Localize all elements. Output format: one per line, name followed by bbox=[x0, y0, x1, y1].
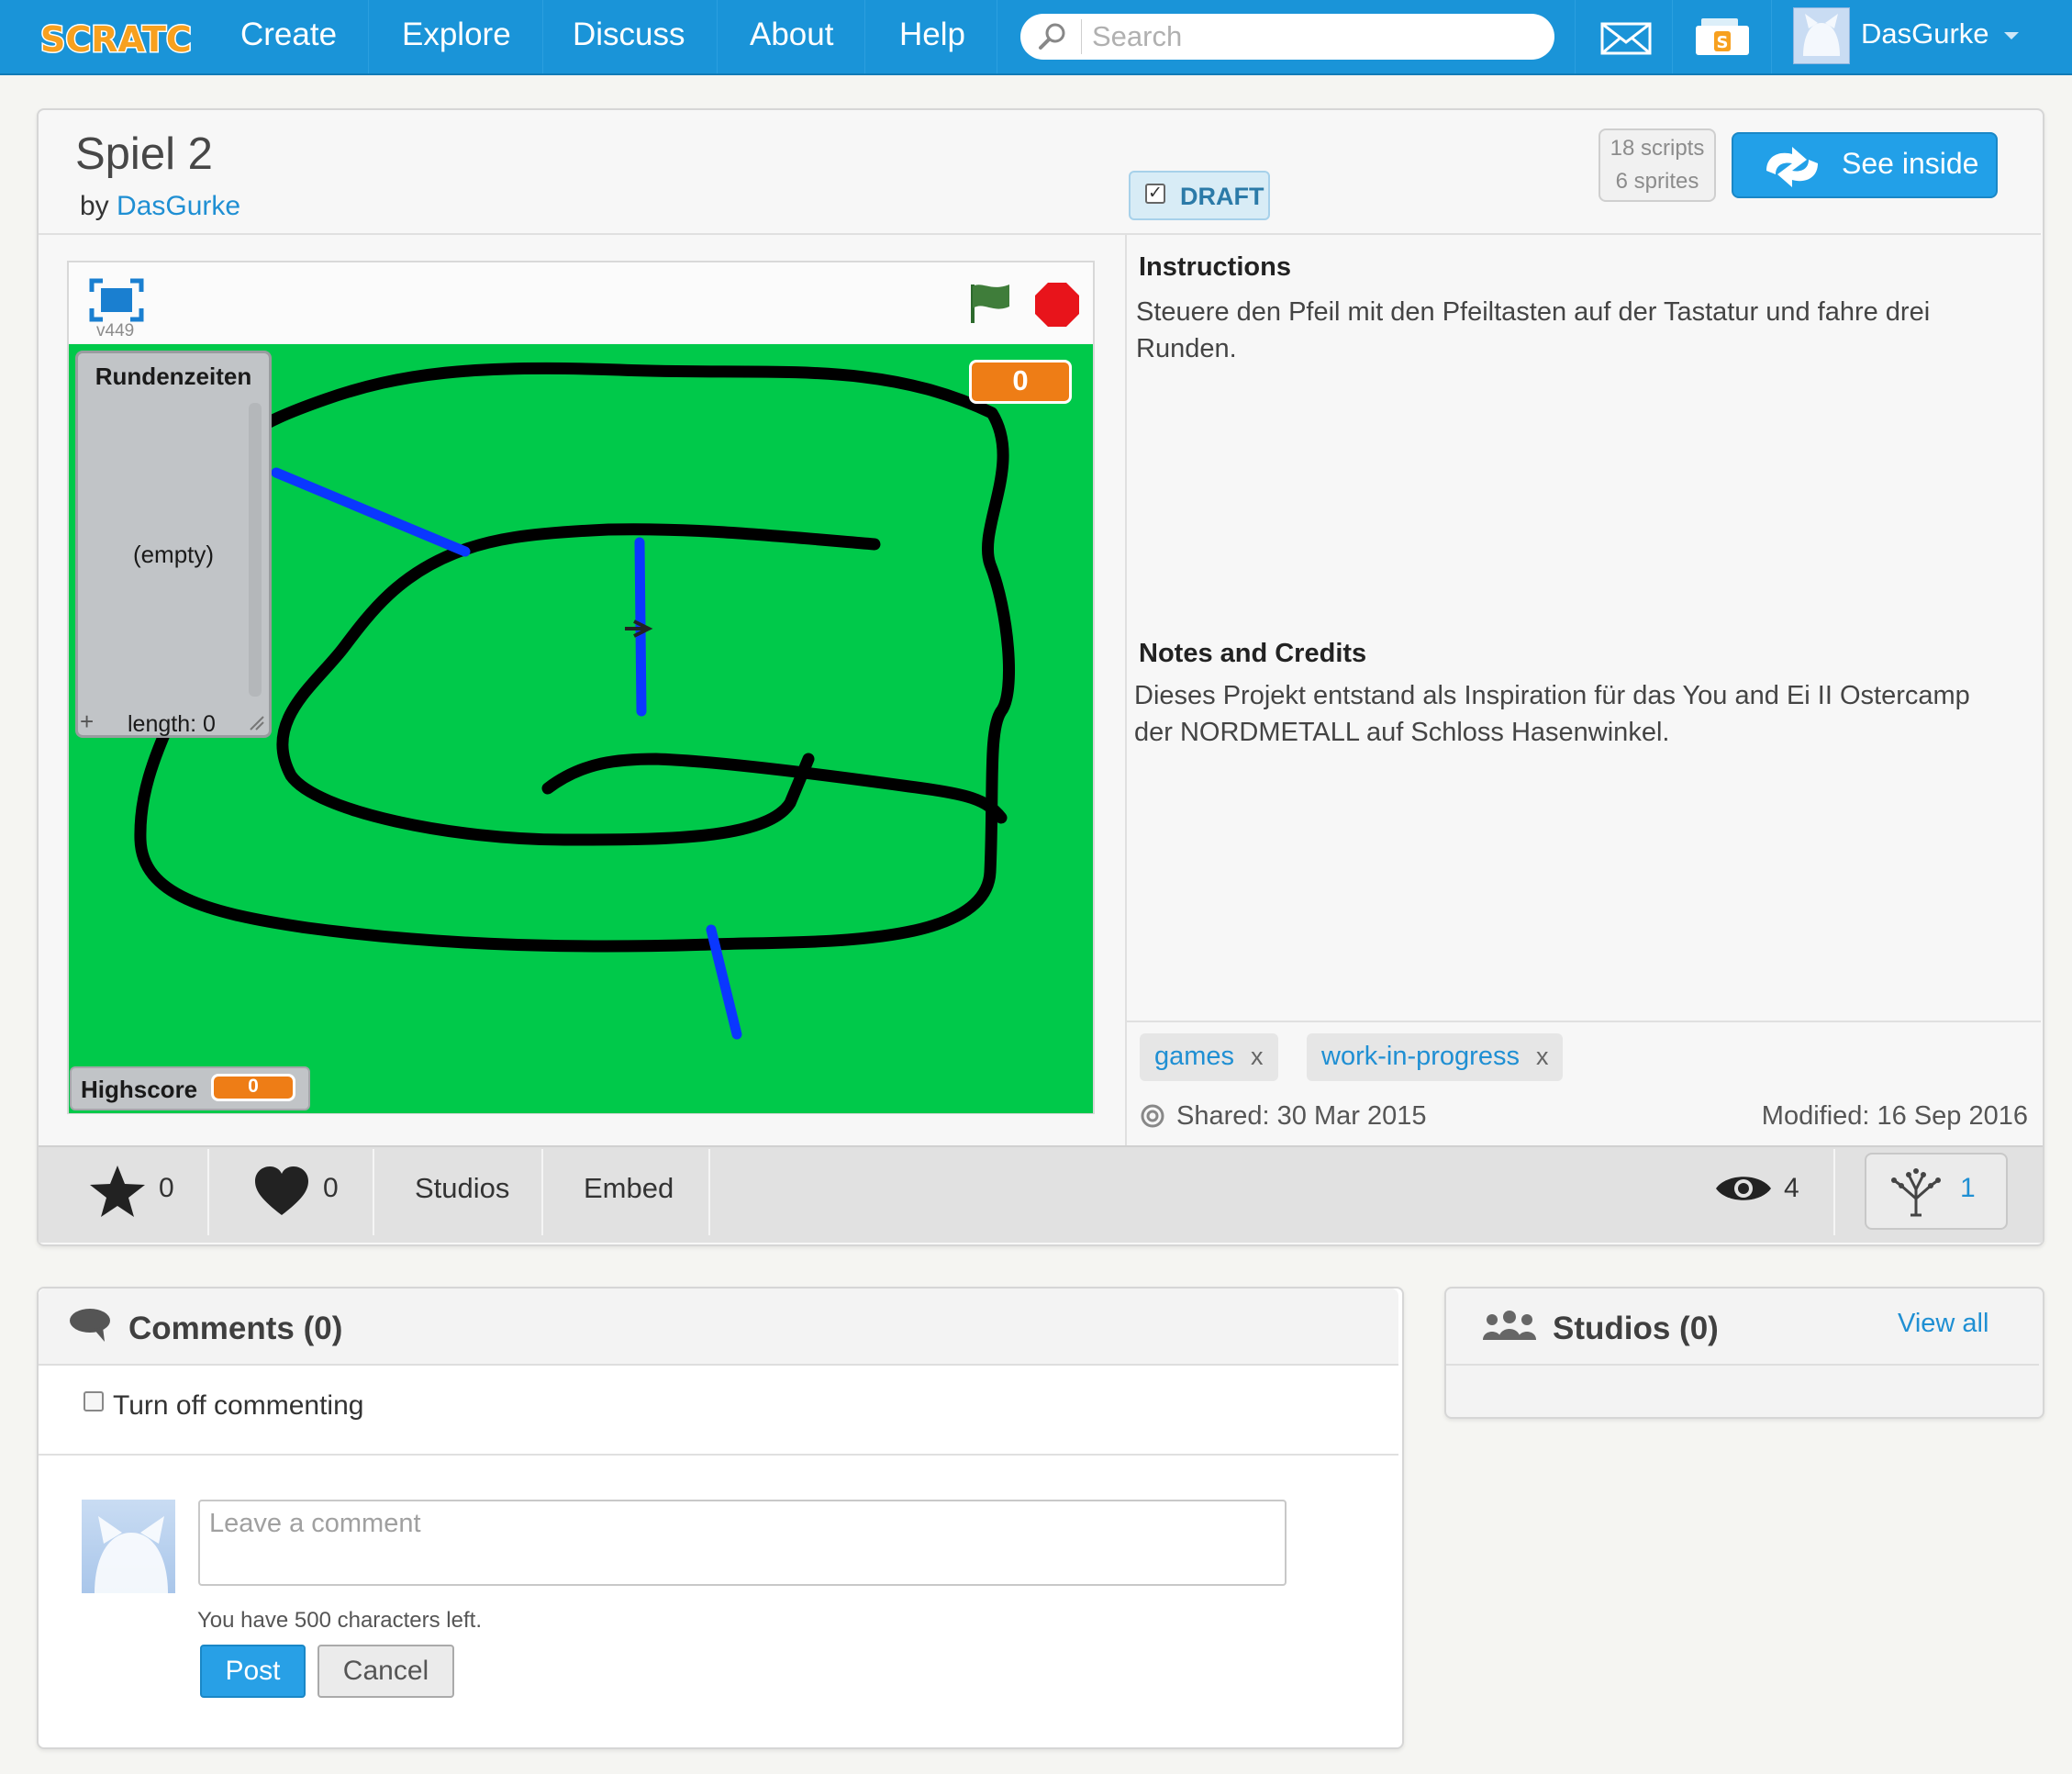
tag-label[interactable]: games bbox=[1154, 1042, 1234, 1071]
nav-help[interactable]: Help bbox=[868, 0, 997, 73]
nav-discuss[interactable]: Discuss bbox=[541, 0, 718, 73]
characters-left: You have 500 characters left. bbox=[197, 1608, 482, 1633]
player-controls bbox=[69, 262, 1093, 343]
player-version: v449 bbox=[96, 321, 135, 340]
project-counts: 18 scripts 6 sprites bbox=[1599, 128, 1716, 202]
green-flag-icon[interactable] bbox=[967, 281, 1013, 325]
chevron-down-icon bbox=[2004, 31, 2020, 39]
column-divider bbox=[1125, 235, 1127, 1145]
tag-remove-icon[interactable]: x bbox=[1251, 1043, 1264, 1070]
highscore-monitor: Highscore 0 bbox=[70, 1066, 310, 1110]
view-all-link[interactable]: View all bbox=[1898, 1309, 1988, 1339]
notes-title: Notes and Credits bbox=[1139, 639, 1367, 668]
scripts-count: 18 scripts bbox=[1610, 136, 1705, 161]
remix-tree-button[interactable]: 1 bbox=[1865, 1153, 2008, 1230]
studios-panel bbox=[1444, 1287, 2044, 1419]
project-byline: by DasGurke bbox=[80, 191, 240, 222]
project-title: Spiel 2 bbox=[75, 129, 213, 179]
list-empty-text: (empty) bbox=[132, 541, 215, 568]
instructions-title: Instructions bbox=[1139, 252, 1291, 282]
messages-icon[interactable] bbox=[1600, 22, 1652, 55]
nav-divider bbox=[1771, 0, 1772, 73]
draft-toggle[interactable]: ✓ DRAFT bbox=[1129, 171, 1270, 220]
search-input[interactable] bbox=[1090, 16, 1543, 58]
cancel-button[interactable]: Cancel bbox=[317, 1645, 454, 1698]
sprites-count: 6 sprites bbox=[1615, 169, 1699, 194]
studios-title: Studios (0) bbox=[1553, 1311, 1719, 1346]
views-count: 4 bbox=[1784, 1173, 1799, 1203]
loves-count: 0 bbox=[323, 1173, 339, 1203]
group-icon bbox=[1481, 1309, 1538, 1344]
views-eye-icon bbox=[1714, 1169, 1773, 1208]
favorites-count: 0 bbox=[159, 1173, 174, 1203]
search-icon bbox=[1039, 23, 1065, 50]
favorite-star-icon[interactable] bbox=[88, 1164, 147, 1219]
tags-divider bbox=[1127, 1021, 2041, 1022]
embed-button[interactable]: Embed bbox=[584, 1172, 674, 1205]
shared-date: Shared: 30 Mar 2015 bbox=[1176, 1101, 1427, 1131]
tag-remove-icon[interactable]: x bbox=[1536, 1043, 1549, 1070]
by-label: by bbox=[80, 191, 109, 221]
modified-date: Modified: 16 Sep 2016 bbox=[1761, 1101, 2028, 1131]
post-button[interactable]: Post bbox=[200, 1645, 306, 1698]
stats-divider bbox=[541, 1149, 543, 1235]
remix-count: 1 bbox=[1960, 1173, 1976, 1203]
stats-divider bbox=[207, 1149, 209, 1235]
commenter-avatar bbox=[82, 1500, 175, 1593]
nav-about[interactable]: About bbox=[719, 0, 866, 73]
draft-checkbox[interactable]: ✓ bbox=[1145, 184, 1165, 204]
studios-divider bbox=[1446, 1364, 2039, 1366]
turn-off-commenting-label[interactable]: Turn off commenting bbox=[113, 1390, 363, 1422]
author-link[interactable]: DasGurke bbox=[117, 191, 240, 221]
stats-divider bbox=[708, 1149, 710, 1235]
comment-input[interactable] bbox=[198, 1500, 1287, 1586]
search-box bbox=[1020, 14, 1554, 60]
nav-create[interactable]: Create bbox=[209, 0, 370, 73]
instructions-text: Steuere den Pfeil mit den Pfeiltasten au… bbox=[1136, 297, 1931, 363]
remix-tree-icon bbox=[1891, 1168, 1941, 1217]
nav-divider bbox=[1575, 0, 1576, 73]
nav-explore[interactable]: Explore bbox=[371, 0, 543, 73]
highscore-value: 0 bbox=[211, 1074, 295, 1101]
nav-divider bbox=[1672, 0, 1673, 73]
tag-label[interactable]: work-in-progress bbox=[1321, 1042, 1520, 1071]
tag-games[interactable]: games x bbox=[1140, 1033, 1278, 1081]
speech-bubble-icon bbox=[68, 1307, 114, 1344]
username-label: DasGurke bbox=[1861, 17, 1989, 50]
svg-text:SCRATCH: SCRATCH bbox=[40, 19, 193, 60]
remix-arrows-icon bbox=[1766, 147, 1818, 187]
see-inside-label: See inside bbox=[1842, 147, 1979, 180]
list-length: length: 0 bbox=[128, 711, 216, 737]
scratch-logo[interactable]: SCRATCH bbox=[37, 13, 223, 61]
my-stuff-icon[interactable]: S bbox=[1694, 17, 1751, 57]
love-heart-icon[interactable] bbox=[253, 1166, 310, 1217]
shared-icon bbox=[1141, 1104, 1164, 1128]
stats-divider bbox=[373, 1149, 374, 1235]
draft-label: DRAFT bbox=[1180, 183, 1264, 210]
user-menu[interactable]: DasGurke bbox=[1861, 0, 2021, 70]
fullscreen-icon[interactable] bbox=[88, 277, 145, 323]
svg-text:S: S bbox=[1717, 33, 1729, 52]
search-divider bbox=[1081, 19, 1082, 54]
header-divider bbox=[39, 233, 2041, 235]
tag-work-in-progress[interactable]: work-in-progress x bbox=[1307, 1033, 1564, 1081]
resize-handle-icon[interactable] bbox=[247, 713, 265, 731]
highscore-label: Highscore bbox=[81, 1076, 198, 1103]
stop-sign-icon[interactable] bbox=[1034, 282, 1080, 328]
list-monitor-title: Rundenzeiten bbox=[95, 363, 252, 390]
comments-divider bbox=[39, 1454, 1398, 1456]
list-monitor[interactable]: Rundenzeiten (empty) + length: 0 bbox=[75, 351, 272, 738]
add-item-icon[interactable]: + bbox=[80, 709, 94, 733]
comments-title: Comments (0) bbox=[128, 1311, 343, 1346]
notes-text: Dieses Projekt entstand als Inspiration … bbox=[1134, 681, 1970, 747]
user-avatar[interactable] bbox=[1793, 7, 1850, 64]
turn-off-commenting-checkbox[interactable] bbox=[84, 1391, 104, 1411]
add-to-studio-button[interactable]: Studios bbox=[415, 1172, 509, 1205]
see-inside-button[interactable]: See inside bbox=[1732, 132, 1998, 198]
stats-divider bbox=[1833, 1149, 1835, 1235]
score-readout: 0 bbox=[969, 360, 1072, 404]
